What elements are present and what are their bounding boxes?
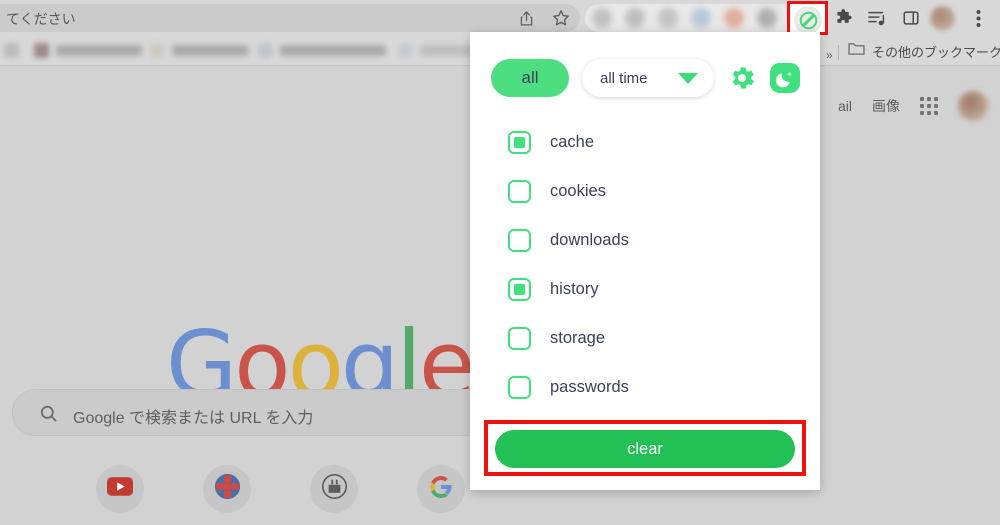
checkbox-checked-icon[interactable]	[508, 131, 531, 154]
apps-grid-icon[interactable]	[920, 97, 938, 115]
blurred-extension-icon[interactable]	[658, 8, 678, 28]
clear-button[interactable]: clear	[495, 430, 795, 468]
gear-icon[interactable]	[727, 63, 757, 93]
shortcut-tiles	[96, 465, 465, 513]
star-icon[interactable]	[550, 7, 572, 29]
other-bookmarks-label: その他のブックマーク	[872, 45, 1000, 60]
bookmark-item[interactable]	[4, 43, 26, 59]
extension-icon-highlight	[787, 1, 828, 35]
option-label: downloads	[550, 231, 629, 249]
circled-icon	[321, 473, 348, 505]
checkbox-unchecked-icon[interactable]	[508, 229, 531, 252]
google-g-icon	[429, 475, 453, 504]
checkbox-unchecked-icon[interactable]	[508, 376, 531, 399]
browser-toolbar: てください	[0, 0, 1000, 36]
side-panel-icon[interactable]	[900, 7, 922, 29]
other-bookmarks-folder[interactable]: その他のブックマーク	[848, 42, 1000, 61]
checkbox-checked-icon[interactable]	[508, 278, 531, 301]
share-icon[interactable]	[515, 7, 537, 29]
profile-avatar[interactable]	[930, 6, 955, 31]
option-cookies[interactable]: cookies	[470, 167, 820, 216]
ntp-link-images[interactable]: 画像	[872, 96, 900, 116]
option-storage[interactable]: storage	[470, 314, 820, 363]
blurred-extension-icon[interactable]	[592, 8, 612, 28]
option-passwords[interactable]: passwords	[470, 363, 820, 412]
option-label: passwords	[550, 378, 629, 396]
flower-icon	[214, 473, 241, 505]
blurred-extension-icon[interactable]	[691, 8, 711, 28]
option-label: cache	[550, 133, 595, 151]
bookmark-item[interactable]	[150, 43, 250, 59]
bookmarks-overflow-button[interactable]: »	[826, 48, 833, 62]
avatar[interactable]	[958, 91, 988, 121]
eraser-slash-icon[interactable]	[794, 6, 822, 34]
chevron-down-icon	[678, 72, 698, 84]
moon-icon[interactable]	[770, 63, 800, 93]
scope-all-button[interactable]: all	[491, 59, 569, 97]
address-bar-text: てください	[6, 11, 76, 27]
option-history[interactable]: history	[470, 265, 820, 314]
blurred-extension-icon[interactable]	[757, 8, 777, 28]
youtube-icon	[107, 477, 133, 501]
clear-button-highlight: clear	[484, 420, 806, 476]
time-range-dropdown[interactable]: all time	[582, 59, 714, 97]
checkbox-unchecked-icon[interactable]	[508, 327, 531, 350]
flower-shortcut[interactable]	[203, 465, 251, 513]
blurred-extension-icon[interactable]	[625, 8, 645, 28]
address-bar[interactable]: てください	[0, 4, 580, 32]
three-dot-menu-icon[interactable]	[967, 7, 989, 29]
search-icon	[39, 404, 58, 428]
option-label: storage	[550, 329, 606, 347]
media-list-icon[interactable]	[866, 7, 888, 29]
time-range-value: all time	[600, 69, 648, 87]
option-label: cookies	[550, 182, 606, 200]
extension-popup: all all time cache cookies downloads his…	[470, 32, 820, 490]
youtube-shortcut[interactable]	[96, 465, 144, 513]
popup-header: all all time	[470, 54, 820, 102]
ntp-link-gmail[interactable]: ail	[838, 98, 852, 114]
checkbox-unchecked-icon[interactable]	[508, 180, 531, 203]
bookmark-item[interactable]	[258, 43, 388, 59]
option-label: history	[550, 280, 599, 298]
folder-icon	[848, 42, 865, 61]
option-cache[interactable]: cache	[470, 118, 820, 167]
bookmarks-separator	[838, 45, 839, 60]
circle-shortcut[interactable]	[310, 465, 358, 513]
puzzle-piece-icon[interactable]	[832, 7, 854, 29]
google-shortcut[interactable]	[417, 465, 465, 513]
bookmark-item[interactable]	[34, 43, 144, 59]
blurred-extension-icon[interactable]	[724, 8, 744, 28]
option-downloads[interactable]: downloads	[470, 216, 820, 265]
search-placeholder: Google で検索または URL を入力	[73, 410, 314, 427]
ntp-top-links: ail 画像	[838, 91, 988, 121]
clear-options-list: cache cookies downloads history storage …	[470, 118, 820, 412]
